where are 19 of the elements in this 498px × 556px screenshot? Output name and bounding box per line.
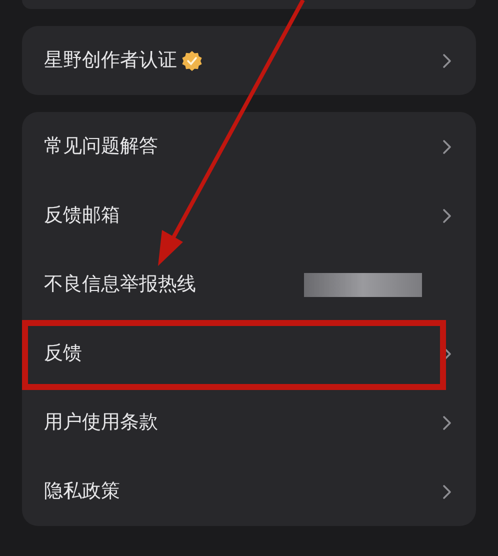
row-label: 星野创作者认证: [44, 48, 177, 74]
settings-row[interactable]: 反馈邮箱: [22, 181, 476, 250]
row-label: 常见问题解答: [44, 134, 158, 160]
chevron-right-icon: [442, 484, 452, 500]
row-label: 不良信息举报热线: [44, 272, 196, 298]
settings-row[interactable]: 不良信息举报热线: [22, 250, 476, 319]
row-label: 反馈: [44, 341, 82, 366]
settings-row[interactable]: 隐私政策: [22, 457, 476, 526]
row-label: 用户使用条款: [44, 410, 158, 436]
settings-row[interactable]: 反馈: [22, 319, 476, 388]
chevron-right-icon: [442, 138, 452, 154]
row-label: 反馈邮箱: [44, 203, 120, 228]
row-label: 隐私政策: [44, 479, 120, 504]
settings-row[interactable]: 用户使用条款: [22, 388, 476, 457]
chevron-right-icon: [442, 414, 452, 430]
settings-row[interactable]: 常见问题解答: [22, 112, 476, 181]
settings-row[interactable]: 星野创作者认证: [22, 26, 476, 95]
chevron-right-icon: [442, 208, 452, 224]
chevron-right-icon: [442, 52, 452, 68]
